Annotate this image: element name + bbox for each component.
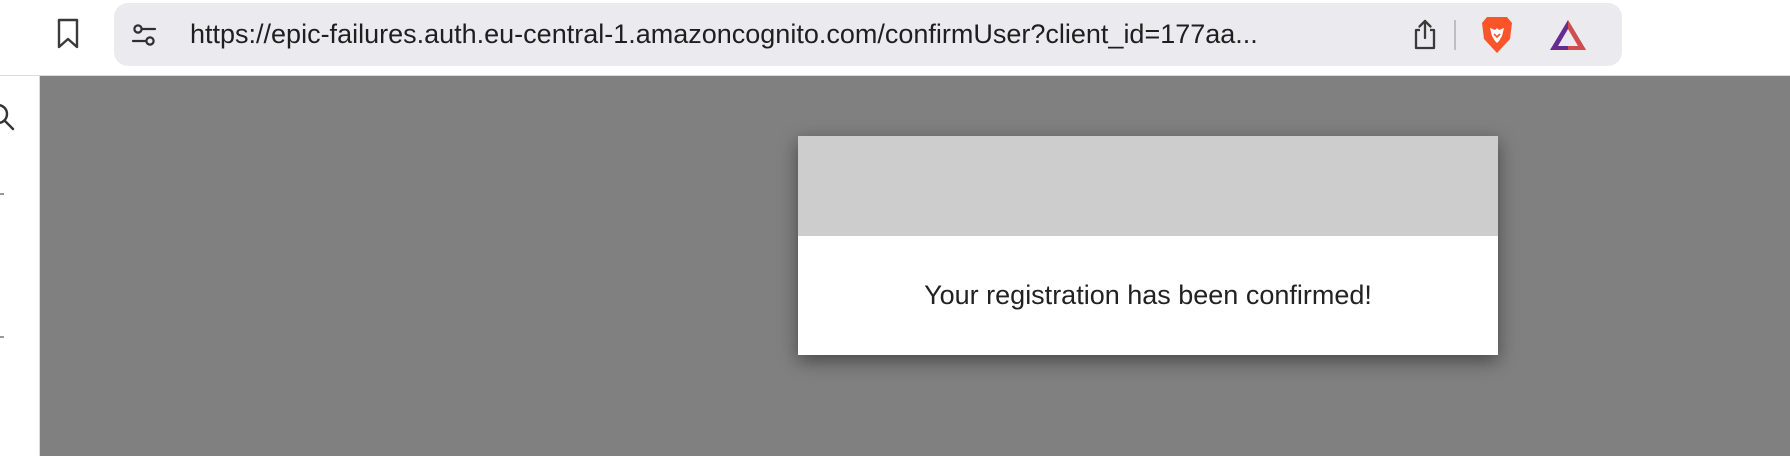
sidebar-edge-mark (0, 193, 4, 195)
confirmation-message: Your registration has been confirmed! (924, 280, 1372, 310)
bookmark-icon (57, 18, 79, 49)
side-panel (0, 76, 40, 456)
sidebar-edge-mark (0, 336, 4, 338)
sidebar-search-button[interactable] (0, 102, 16, 137)
share-icon (1414, 19, 1436, 50)
brave-rewards-button[interactable] (1546, 14, 1590, 56)
share-button[interactable] (1408, 17, 1442, 51)
brave-lion-icon (1482, 17, 1512, 53)
brave-shields-button[interactable] (1476, 14, 1518, 56)
site-settings-button[interactable] (128, 19, 160, 51)
brave-rewards-triangle-icon (1550, 20, 1586, 50)
url-text[interactable]: https://epic-failures.auth.eu-central-1.… (190, 3, 1258, 66)
browser-toolbar: https://epic-failures.auth.eu-central-1.… (0, 0, 1790, 76)
bookmark-button[interactable] (50, 16, 86, 52)
confirmation-dialog: Your registration has been confirmed! (798, 136, 1498, 355)
dialog-header (798, 136, 1498, 236)
address-bar-divider (1454, 20, 1456, 50)
address-bar[interactable]: https://epic-failures.auth.eu-central-1.… (114, 3, 1622, 66)
site-settings-icon (131, 24, 157, 46)
search-icon (0, 104, 15, 131)
